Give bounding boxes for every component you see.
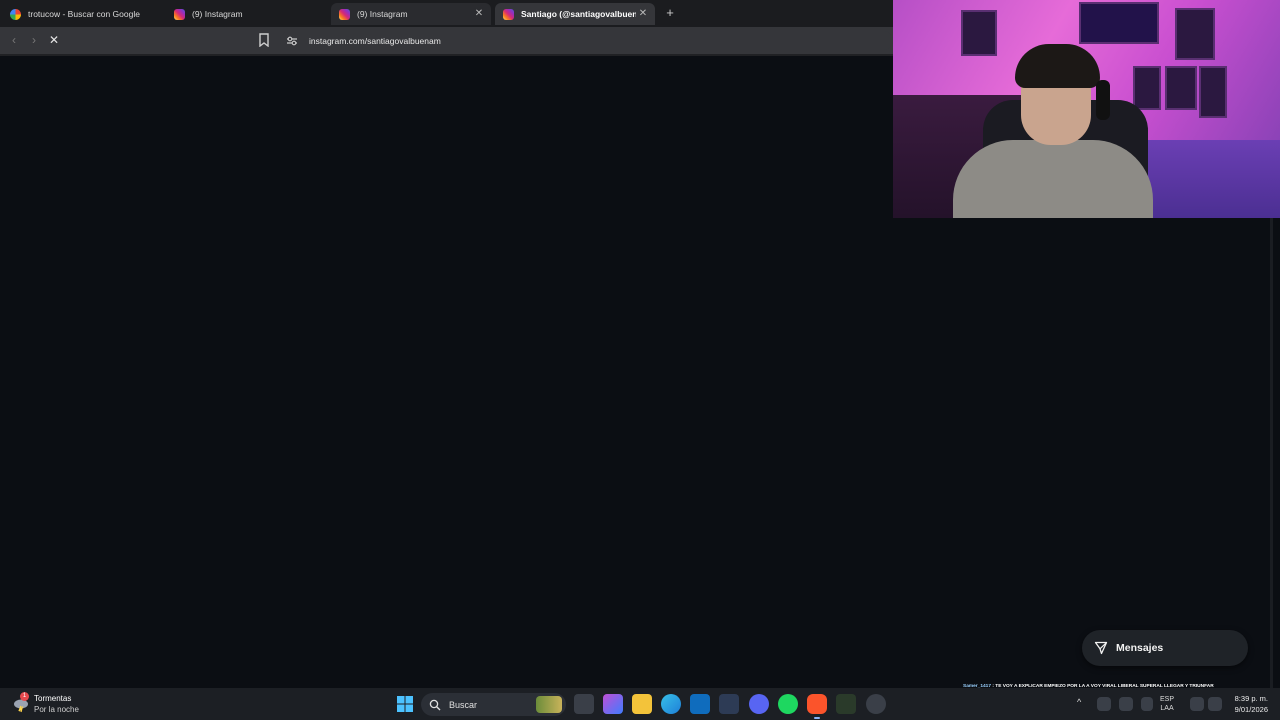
search-icon	[429, 699, 441, 710]
tab-santiago-profile[interactable]: Santiago (@santiagovalbuenam ✕	[495, 3, 655, 25]
back-icon[interactable]: ‹	[7, 33, 21, 47]
brave-browser-icon[interactable]	[807, 694, 827, 714]
task-view-icon[interactable]	[574, 694, 594, 714]
windows-start-icon[interactable]	[395, 694, 415, 714]
webcam-poster	[1079, 2, 1159, 44]
tab-title: (9) Instagram	[357, 9, 408, 19]
tab-strip: trotucow - Buscar con Google (9) Instagr…	[0, 0, 893, 27]
taskbar: 1 Tormentas Por la noche Buscar ^ ESP LA…	[0, 688, 1280, 720]
instagram-icon	[503, 8, 514, 20]
clock-time: 8:39 p. m.	[1234, 694, 1268, 703]
bookmark-icon[interactable]	[258, 33, 270, 47]
outlook-icon[interactable]	[690, 694, 710, 714]
tray-app-icon[interactable]	[1097, 697, 1111, 711]
tab-title: trotucow - Buscar con Google	[28, 9, 140, 19]
webcam-poster	[1175, 8, 1215, 60]
search-placeholder: Buscar	[449, 699, 478, 710]
tab-title: Santiago (@santiagovalbuenam	[521, 9, 636, 19]
site-info-icon[interactable]	[286, 35, 298, 47]
messages-button[interactable]: Mensajes	[1082, 630, 1248, 666]
close-tab-icon[interactable]: ✕	[473, 8, 485, 20]
webcam-person	[953, 140, 1153, 218]
edge-icon[interactable]	[661, 694, 681, 714]
tab-instagram-2[interactable]: (9) Instagram ✕	[331, 3, 491, 25]
forward-icon[interactable]: ›	[27, 33, 41, 47]
address-bar[interactable]: instagram.com/santiagovalbuenam	[280, 31, 893, 50]
language-indicator[interactable]: ESP LAA	[1160, 695, 1174, 713]
webcam-headset	[1096, 80, 1110, 120]
tray-app-icon[interactable]	[1119, 697, 1133, 711]
app-icon[interactable]	[836, 694, 856, 714]
weather-title: Tormentas	[34, 694, 72, 703]
search-highlight-icon	[536, 696, 562, 713]
taskbar-search[interactable]: Buscar	[421, 693, 566, 716]
instagram-icon	[339, 8, 350, 20]
new-tab-button[interactable]: +	[662, 5, 678, 21]
weather-widget[interactable]: 1 Tormentas Por la noche	[12, 692, 79, 715]
obs-icon[interactable]	[866, 694, 886, 714]
webcam-poster	[1199, 66, 1227, 118]
clock-date: 9/01/2026	[1234, 705, 1268, 714]
webcam-poster	[1133, 66, 1161, 110]
keyboard-layout: LAA	[1160, 705, 1174, 712]
webcam-poster	[961, 10, 997, 56]
store-icon[interactable]	[719, 694, 739, 714]
system-clock[interactable]: 8:39 p. m. 9/01/2026	[1226, 693, 1268, 715]
webcam-person-hair	[1015, 44, 1100, 88]
network-icon[interactable]	[1190, 697, 1204, 711]
close-tab-icon[interactable]: ✕	[637, 8, 649, 20]
page-scrollbar[interactable]	[1270, 218, 1273, 688]
copilot-icon[interactable]	[603, 694, 623, 714]
chevron-up-icon[interactable]: ^	[1077, 698, 1081, 707]
tab-title: (9) Instagram	[192, 9, 243, 19]
instagram-icon	[174, 8, 185, 20]
tab-google-search[interactable]: trotucow - Buscar con Google	[2, 3, 162, 25]
weather-subtitle: Por la noche	[34, 705, 79, 714]
tab-instagram-1[interactable]: (9) Instagram	[166, 3, 326, 25]
discord-icon[interactable]	[749, 694, 769, 714]
stop-loading-icon[interactable]: ✕	[47, 33, 61, 47]
storm-icon: 1	[12, 692, 30, 713]
language-code: ESP	[1160, 696, 1175, 703]
url-text: instagram.com/santiagovalbuenam	[309, 35, 441, 46]
browser-window: trotucow - Buscar con Google (9) Instagr…	[0, 0, 893, 56]
google-icon	[10, 8, 21, 20]
microphone-icon[interactable]	[1141, 697, 1153, 711]
spotify-icon[interactable]	[778, 694, 798, 714]
file-explorer-icon[interactable]	[632, 694, 652, 714]
active-app-indicator	[814, 717, 820, 719]
webcam-overlay	[893, 0, 1280, 218]
webcam-poster	[1165, 66, 1197, 110]
messages-label: Mensajes	[1116, 642, 1164, 654]
volume-icon[interactable]	[1208, 697, 1222, 711]
browser-toolbar: ‹ › ✕ instagram.com/santiagovalbuenam	[0, 27, 893, 54]
weather-badge: 1	[20, 692, 29, 701]
send-icon	[1094, 641, 1108, 655]
